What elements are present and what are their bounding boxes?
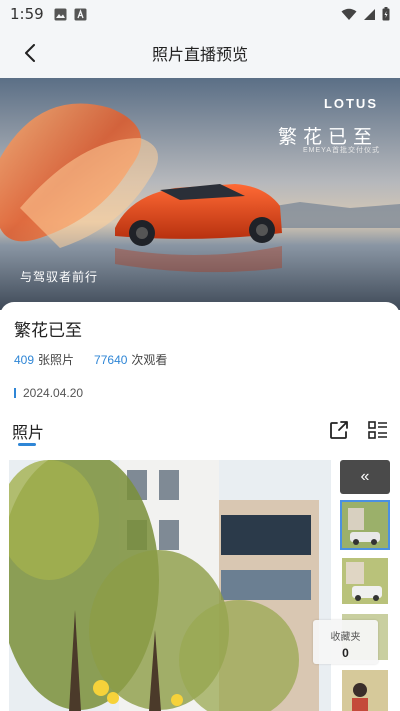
photo-image (9, 460, 331, 711)
thumbnail-image (342, 670, 388, 711)
favorites-label: 收藏夹 (330, 632, 361, 643)
favorites-count: 0 (342, 646, 349, 660)
collapse-rail-button[interactable]: « (340, 460, 390, 494)
tab-active-indicator (18, 443, 36, 446)
photo-count-label: 张照片 (38, 353, 75, 367)
status-time: 1:59 (10, 5, 44, 23)
thumbnail-1[interactable] (340, 500, 390, 550)
event-banner: LOTUS 繁花已至 EMEYA首批交付仪式 与驾驭者前行 (0, 78, 400, 310)
event-date-row: 2024.04.20 (14, 386, 386, 400)
share-button[interactable] (328, 419, 350, 441)
wifi-icon (341, 8, 357, 20)
event-title: 繁花已至 (14, 321, 82, 340)
event-date: 2024.04.20 (23, 386, 84, 400)
thumbnail-2[interactable] (340, 556, 390, 606)
view-count: 77640 (94, 353, 128, 367)
share-icon (330, 421, 348, 439)
a-badge-icon (74, 8, 87, 20)
page-title: 照片直播预览 (151, 47, 248, 64)
date-marker (14, 388, 16, 398)
thumbnail-4[interactable] (340, 668, 390, 711)
chevron-left-icon (25, 44, 35, 62)
signal-icon (364, 8, 375, 20)
photo-count: 409 (14, 353, 35, 367)
favorites-panel[interactable]: 收藏夹 0 (313, 620, 378, 664)
view-count-label: 次观看 (131, 353, 168, 367)
tab-photos[interactable]: 照片 (12, 419, 44, 443)
photos-tab-bar: 照片 (0, 412, 400, 452)
app-header: 照片直播预览 (0, 28, 400, 78)
event-info-card: 繁花已至 409 张照片 77640 次观看 2024.04.20 (0, 302, 400, 402)
banner-subtitle: EMEYA首批交付仪式 (303, 147, 380, 154)
list-layout-icon (368, 421, 387, 439)
brand-logo: LOTUS (323, 96, 378, 111)
thumbnail-image (342, 558, 388, 604)
banner-slogan: 与驾驭者前行 (20, 270, 99, 284)
event-stats: 409 张照片 77640 次观看 (14, 351, 386, 368)
layout-toggle-button[interactable] (367, 419, 389, 441)
status-bar: 1:59 (0, 0, 400, 28)
photo-preview[interactable] (9, 460, 331, 711)
battery-icon (382, 7, 390, 21)
image-icon (54, 8, 67, 20)
back-button[interactable] (18, 41, 42, 65)
thumbnail-image (342, 502, 388, 548)
